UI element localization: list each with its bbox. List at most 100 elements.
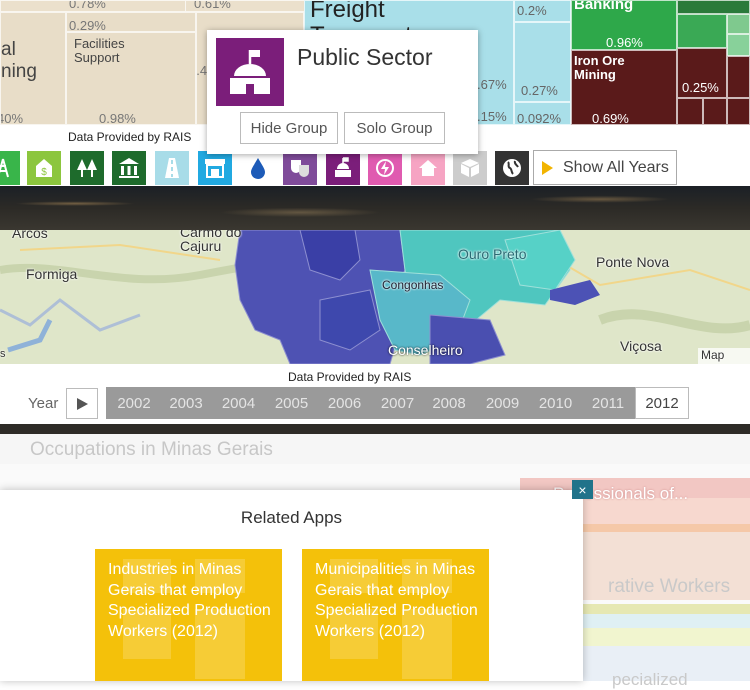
related-app-card[interactable]: Municipalities in Minas Gerais that empl… bbox=[302, 549, 489, 681]
play-icon bbox=[542, 160, 553, 175]
related-apps-modal: Related Apps Industries in Minas Gerais … bbox=[0, 490, 583, 681]
data-provided-label: Data Provided by RAIS bbox=[288, 370, 412, 384]
modal-title: Related Apps bbox=[240, 508, 343, 527]
map-label: Congonhas bbox=[382, 278, 444, 292]
treemap-tile[interactable] bbox=[727, 56, 750, 98]
treemap-tile[interactable]: 0.78% bbox=[0, 0, 200, 12]
tile-percent: 0.96% bbox=[606, 35, 643, 50]
treemap-tile[interactable] bbox=[677, 0, 750, 14]
map-label: Viçosa bbox=[620, 338, 662, 354]
year-label: Year bbox=[28, 395, 59, 412]
map-attribution: Map data bbox=[698, 348, 750, 364]
related-app-card[interactable]: Industries in Minas Gerais that employ S… bbox=[95, 549, 282, 681]
tile-percent: 0.4 bbox=[196, 63, 208, 78]
data-provided-label: Data Provided by RAIS bbox=[68, 130, 192, 144]
year-option[interactable]: 2005 bbox=[265, 387, 318, 419]
year-option[interactable]: 2009 bbox=[476, 387, 529, 419]
play-button[interactable] bbox=[66, 388, 98, 419]
tile-name: Iron Ore Mining bbox=[574, 53, 625, 82]
treemap-tile[interactable] bbox=[703, 98, 727, 125]
occupation-label: rative Workers bbox=[608, 576, 731, 597]
year-option[interactable]: 2010 bbox=[529, 387, 582, 419]
treemap-tile[interactable]: 0.2% bbox=[514, 0, 571, 22]
tile-percent: 0.29% bbox=[69, 18, 106, 32]
map-label: Formiga bbox=[26, 266, 78, 282]
store-icon[interactable] bbox=[198, 151, 232, 185]
tile-percent: .15% bbox=[477, 109, 507, 124]
group-tooltip: Public Sector Hide Group Solo Group bbox=[207, 30, 478, 154]
tile-percent: .67% bbox=[477, 77, 507, 92]
category-icon-bar: $ Show All Years bbox=[0, 150, 750, 186]
year-option[interactable]: 2004 bbox=[212, 387, 265, 419]
treemap-tile[interactable]: Facilities Support 0.98% bbox=[66, 32, 196, 125]
related-app-text: Municipalities in Minas Gerais that empl… bbox=[315, 561, 478, 640]
water-icon[interactable] bbox=[241, 151, 275, 185]
year-option[interactable]: 2003 bbox=[160, 387, 212, 419]
map-header-strip bbox=[0, 186, 750, 230]
public-sector-icon bbox=[216, 38, 284, 106]
region-map[interactable]: Arcos Carmo do Cajuru Formiga Ouro Preto… bbox=[0, 230, 750, 364]
svg-text:$: $ bbox=[41, 167, 47, 178]
year-option[interactable]: 2002 bbox=[108, 387, 160, 419]
solo-group-button[interactable]: Solo Group bbox=[344, 112, 445, 144]
treemap-tile[interactable]: 0.27% bbox=[514, 22, 571, 102]
year-option[interactable]: 2006 bbox=[318, 387, 371, 419]
year-timeline: Year 2002 2003 2004 2005 2006 2007 2008 … bbox=[0, 386, 750, 424]
tile-percent: 0.78% bbox=[69, 0, 106, 11]
treemap-tile[interactable]: 0.25% bbox=[677, 48, 727, 98]
theater-icon[interactable] bbox=[283, 151, 317, 185]
tower-icon[interactable] bbox=[0, 151, 20, 185]
house-icon[interactable] bbox=[411, 151, 445, 185]
year-option[interactable]: 2011 bbox=[582, 387, 634, 419]
tile-percent: 0.61% bbox=[194, 0, 231, 11]
treemap-tile[interactable]: 0.29% bbox=[66, 12, 196, 32]
treemap-tile[interactable] bbox=[727, 14, 750, 34]
tile-percent: 0.2% bbox=[517, 3, 547, 18]
map-label: s bbox=[0, 348, 6, 360]
year-option[interactable]: 2008 bbox=[424, 387, 474, 419]
money-icon[interactable]: $ bbox=[27, 151, 61, 185]
play-icon bbox=[76, 397, 88, 410]
show-all-years-label: Show All Years bbox=[563, 158, 669, 176]
tile-percent: 0.27% bbox=[521, 83, 558, 98]
treemap-tile[interactable]: 0.61% bbox=[185, 0, 305, 12]
forest-icon[interactable] bbox=[70, 151, 104, 185]
tile-percent: 0.69% bbox=[592, 111, 629, 125]
treemap-tile[interactable]: Iron Ore Mining 0.69% bbox=[571, 50, 677, 125]
map-label: Ponte Nova bbox=[596, 254, 670, 270]
year-option[interactable]: 2007 bbox=[371, 387, 424, 419]
map-label: Conselheiro bbox=[388, 342, 463, 358]
tile-percent: 40% bbox=[1, 111, 24, 125]
tile-percent: 0.25% bbox=[682, 80, 719, 95]
year-selected[interactable]: 2012 bbox=[635, 387, 689, 419]
map-label: Ouro Preto bbox=[458, 246, 527, 262]
tile-percent: 0.092% bbox=[517, 111, 562, 125]
treemap-tile[interactable]: al ning 40% bbox=[0, 12, 66, 125]
related-app-text: Industries in Minas Gerais that employ S… bbox=[108, 561, 271, 640]
treemap-tile[interactable]: 0.092% bbox=[514, 102, 571, 125]
close-icon[interactable]: × bbox=[572, 480, 593, 499]
public-sector-icon[interactable] bbox=[326, 151, 360, 185]
occupations-title: Occupations in Minas Gerais bbox=[30, 439, 273, 460]
treemap-tile[interactable]: Banking 0.96% bbox=[571, 0, 677, 50]
tile-name: Facilities Support bbox=[74, 36, 125, 65]
show-all-years-button[interactable]: Show All Years bbox=[533, 150, 677, 185]
occupation-label: pecialized bbox=[612, 670, 688, 689]
tile-name: al ning bbox=[1, 39, 37, 82]
tile-percent: 0.98% bbox=[99, 111, 136, 125]
road-icon[interactable] bbox=[155, 151, 189, 185]
energy-icon[interactable] bbox=[368, 151, 402, 185]
globe-icon[interactable] bbox=[495, 151, 529, 185]
treemap-tile[interactable] bbox=[727, 98, 750, 125]
hide-group-button[interactable]: Hide Group bbox=[240, 112, 338, 144]
tile-name: Banking bbox=[574, 0, 634, 13]
tooltip-title: Public Sector bbox=[297, 44, 433, 70]
map-label: Carmo do Cajuru bbox=[180, 230, 242, 254]
treemap-tile[interactable] bbox=[677, 98, 703, 125]
bank-icon[interactable] bbox=[112, 151, 146, 185]
box-icon[interactable] bbox=[453, 151, 487, 185]
treemap-tile[interactable] bbox=[727, 34, 750, 56]
map-label: Arcos bbox=[12, 230, 48, 241]
section-divider bbox=[0, 424, 750, 434]
treemap-tile[interactable] bbox=[677, 14, 727, 48]
